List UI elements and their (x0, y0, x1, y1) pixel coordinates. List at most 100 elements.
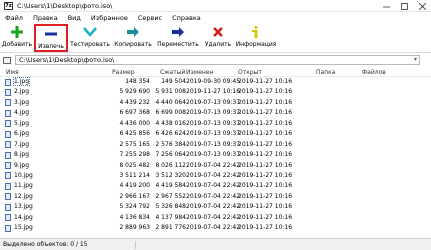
file-packed: 2 576 384 (155, 140, 186, 148)
column-files[interactable]: Файлов (362, 69, 386, 76)
file-packed: 2 967 552 (155, 192, 186, 200)
copy-button[interactable]: Копировать (112, 23, 154, 53)
delete-button[interactable]: Удалить (202, 23, 234, 53)
file-name: 8.jpg (14, 151, 30, 159)
add-label: Добавить (1, 41, 33, 48)
info-button[interactable]: Информация (234, 23, 278, 53)
file-opened: 2019-11-27 10:16 (238, 109, 293, 117)
file-opened: 2019-11-27 10:16 (238, 140, 293, 148)
menu-file[interactable]: Файл (0, 14, 28, 22)
column-packed[interactable]: Сжатый (160, 69, 185, 76)
file-size: 4 136 834 (119, 213, 150, 221)
chevron-down-icon[interactable]: ▾ (414, 56, 417, 63)
table-row[interactable]: 4.jpg 6 697 368 6 699 008 2019-07-13 09:… (0, 108, 431, 118)
menu-favorites[interactable]: Избранное (86, 14, 133, 22)
column-folder[interactable]: Папка (316, 69, 335, 76)
extract-button[interactable]: Извлечь (34, 24, 68, 52)
table-row[interactable]: 15.jpg 2 889 963 2 891 776 2019-07-04 22… (0, 223, 431, 233)
file-size: 2 889 963 (119, 224, 150, 232)
file-modified: 2019-07-04 22:42 (186, 203, 241, 211)
table-row[interactable]: 1.jpg 148 354 149 504 2019-09-30 09:45 2… (0, 77, 431, 87)
table-row[interactable]: 14.jpg 4 136 834 4 137 984 2019-07-04 22… (0, 213, 431, 223)
copy-label: Копировать (114, 41, 152, 48)
file-name: 14.jpg (14, 213, 33, 221)
table-row[interactable]: 9.jpg 8 025 482 8 026 112 2019-07-04 22:… (0, 161, 431, 171)
menu-view[interactable]: Вид (63, 14, 86, 22)
file-modified: 2019-11-27 10:16 (186, 88, 241, 96)
file-packed: 5 326 848 (155, 203, 186, 211)
file-opened: 2019-11-27 10:16 (238, 130, 293, 138)
table-row[interactable]: 8.jpg 7 255 298 7 256 064 2019-07-13 09:… (0, 150, 431, 160)
info-label: Информация (235, 41, 277, 48)
file-name: 12.jpg (14, 192, 33, 200)
file-size: 4 419 200 (119, 182, 150, 190)
add-button[interactable]: Добавить (0, 23, 34, 53)
address-path: C:\Users\1\Desktop\фото.iso\ (19, 56, 115, 64)
file-modified: 2019-07-04 22:42 (186, 213, 241, 221)
folder-up-icon[interactable] (3, 56, 11, 64)
file-size: 148 354 (125, 78, 150, 85)
file-packed: 7 256 064 (155, 151, 186, 159)
status-divider (135, 241, 136, 249)
file-opened: 2019-11-27 10:16 (238, 98, 293, 106)
file-list: 1.jpg 148 354 149 504 2019-09-30 09:45 2… (0, 77, 431, 234)
address-field[interactable]: C:\Users\1\Desktop\фото.iso\ ▾ (15, 55, 420, 65)
move-label: Переместить (157, 41, 199, 48)
file-size: 8 025 482 (119, 161, 150, 169)
plus-icon (11, 26, 23, 38)
file-name: 6.jpg (14, 130, 30, 138)
check-icon (83, 27, 97, 37)
file-icon (5, 203, 11, 211)
file-modified: 2019-07-13 09:37 (186, 98, 241, 106)
minimize-button[interactable] (377, 0, 395, 12)
file-size: 6 425 856 (119, 130, 150, 138)
file-opened: 2019-11-27 10:16 (238, 171, 293, 179)
table-row[interactable]: 12.jpg 2 966 167 2 967 552 2019-07-04 22… (0, 192, 431, 202)
file-opened: 2019-11-27 10:16 (238, 192, 293, 200)
file-name: 7.jpg (14, 140, 30, 148)
title-bar: 7z C:\Users\1\Desktop\фото.iso\ (0, 0, 431, 12)
column-modified[interactable]: Изменен (186, 69, 213, 76)
file-modified: 2019-09-30 09:45 (186, 78, 241, 85)
table-row[interactable]: 2.jpg 5 929 690 5 931 008 2019-11-27 10:… (0, 87, 431, 97)
file-packed: 4 419 584 (155, 182, 186, 190)
column-size[interactable]: Размер (112, 69, 135, 76)
file-size: 2 575 165 (119, 140, 150, 148)
maximize-button[interactable] (395, 0, 413, 12)
file-icon (5, 141, 11, 149)
file-packed: 6 426 624 (155, 130, 186, 138)
file-packed: 4 438 016 (155, 119, 186, 127)
table-row[interactable]: 6.jpg 6 425 856 6 426 624 2019-07-13 09:… (0, 129, 431, 139)
move-arrow-icon (172, 27, 184, 37)
window-controls (377, 0, 431, 12)
selection-status: Выделено объектов: 0 / 15 (3, 241, 88, 248)
table-row[interactable]: 11.jpg 4 419 200 4 419 584 2019-07-04 22… (0, 181, 431, 191)
file-size: 5 929 690 (119, 88, 150, 96)
menu-tools[interactable]: Сервис (133, 14, 167, 22)
table-row[interactable]: 7.jpg 2 575 165 2 576 384 2019-07-13 09:… (0, 140, 431, 150)
close-button[interactable] (413, 0, 431, 12)
maximize-icon (400, 2, 408, 10)
column-name[interactable]: Имя (6, 69, 19, 76)
file-opened: 2019-11-27 10:16 (238, 161, 293, 169)
file-size: 7 255 298 (119, 151, 150, 159)
file-opened: 2019-11-27 10:16 (238, 119, 293, 127)
move-button[interactable]: Переместить (154, 23, 202, 53)
table-row[interactable]: 10.jpg 3 511 214 3 512 320 2019-07-04 22… (0, 171, 431, 181)
file-icon (5, 162, 11, 169)
menu-help[interactable]: Справка (167, 14, 206, 22)
menu-edit[interactable]: Правка (28, 14, 63, 22)
file-packed: 6 699 008 (155, 109, 186, 117)
file-icon (5, 120, 11, 128)
file-size: 2 966 167 (119, 192, 150, 200)
table-row[interactable]: 3.jpg 4 439 232 4 440 064 2019-07-13 09:… (0, 98, 431, 108)
test-button[interactable]: Тестировать (68, 23, 112, 53)
table-row[interactable]: 13.jpg 5 324 792 5 326 848 2019-07-04 22… (0, 202, 431, 212)
minus-icon (45, 32, 57, 36)
info-icon (252, 26, 258, 38)
file-opened: 2019-11-27 10:16 (238, 213, 293, 221)
column-opened[interactable]: Открыт (238, 69, 262, 76)
file-modified: 2019-07-04 22:42 (186, 161, 241, 169)
address-bar: C:\Users\1\Desktop\фото.iso\ ▾ (0, 54, 431, 66)
table-row[interactable]: 5.jpg 4 436 000 4 438 016 2019-07-13 09:… (0, 119, 431, 129)
